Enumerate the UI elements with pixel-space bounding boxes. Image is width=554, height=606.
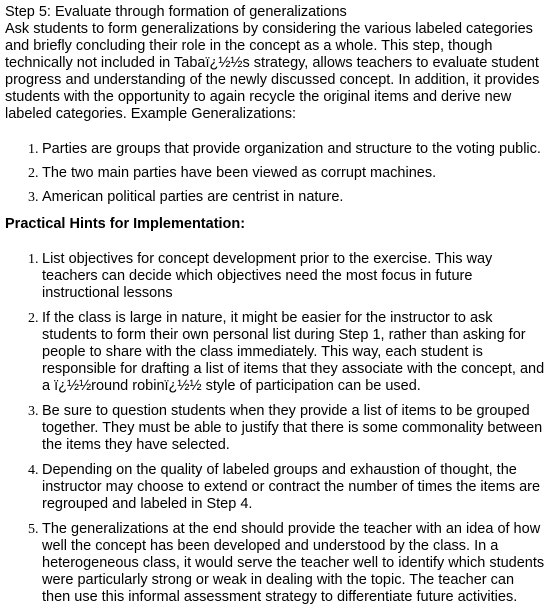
example-generalizations-list: Parties are groups that provide organiza… <box>5 141 546 206</box>
step-5-description: Ask students to form generalizations by … <box>5 21 540 122</box>
list-item: Depending on the quality of labeled grou… <box>42 462 546 513</box>
list-item: If the class is large in nature, it migh… <box>42 310 546 395</box>
list-item: Be sure to question students when they p… <box>42 403 546 454</box>
list-item: The generalizations at the end should pr… <box>42 521 546 606</box>
list-item: The two main parties have been viewed as… <box>42 165 546 182</box>
list-item: Parties are groups that provide organiza… <box>42 141 546 158</box>
document-page: Step 5: Evaluate through formation of ge… <box>0 0 554 605</box>
practical-hints-list: List objectives for concept development … <box>5 251 546 606</box>
step-5-heading: Step 5: Evaluate through formation of ge… <box>5 4 347 20</box>
list-item: List objectives for concept development … <box>42 251 546 302</box>
list-item: American political parties are centrist … <box>42 189 546 206</box>
practical-hints-heading: Practical Hints for Implementation: <box>5 216 246 232</box>
